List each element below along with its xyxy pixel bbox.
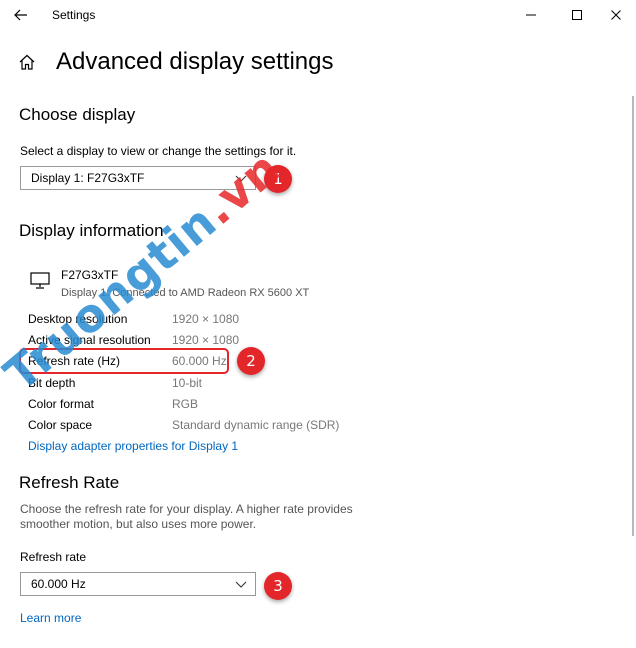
annotation-badge-1: 1 — [264, 165, 292, 193]
info-label-color-format: Color format — [28, 397, 95, 411]
display-select-value: Display 1: F27G3xTF — [31, 171, 145, 185]
close-icon — [611, 10, 621, 20]
refresh-rate-select-value: 60.000 Hz — [31, 577, 86, 591]
monitor-connection: Display 1: Connected to AMD Radeon RX 56… — [61, 287, 310, 299]
maximize-button[interactable] — [565, 4, 589, 26]
choose-display-heading: Choose display — [19, 105, 136, 124]
page-title: Advanced display settings — [56, 48, 334, 75]
refresh-rate-select[interactable]: 60.000 Hz — [20, 572, 256, 596]
info-value-refresh-rate: 60.000 Hz — [172, 354, 227, 368]
app-title: Settings — [52, 8, 96, 22]
display-select[interactable]: Display 1: F27G3xTF — [20, 166, 256, 190]
info-label-color-space: Color space — [28, 418, 93, 432]
info-label-bit-depth: Bit depth — [28, 376, 76, 390]
annotation-badge-3: 3 — [264, 572, 292, 600]
display-adapter-properties-link[interactable]: Display adapter properties for Display 1 — [28, 439, 238, 453]
refresh-rate-heading: Refresh Rate — [19, 473, 120, 492]
refresh-rate-field-label: Refresh rate — [20, 550, 87, 564]
info-value-active-signal-resolution: 1920 × 1080 — [172, 333, 240, 347]
info-label-desktop-resolution: Desktop resolution — [28, 312, 128, 326]
choose-display-description: Select a display to view or change the s… — [20, 144, 297, 158]
annotation-badge-2: 2 — [237, 347, 265, 375]
home-icon — [19, 54, 35, 70]
scrollbar[interactable] — [632, 96, 634, 536]
monitor-name: F27G3xTF — [61, 268, 119, 282]
chevron-down-icon — [235, 581, 247, 588]
home-button[interactable] — [18, 52, 38, 72]
back-button[interactable] — [10, 4, 32, 26]
info-value-color-space: Standard dynamic range (SDR) — [172, 418, 340, 432]
info-value-desktop-resolution: 1920 × 1080 — [172, 312, 240, 326]
display-info-heading: Display information — [19, 221, 164, 240]
monitor-icon — [30, 272, 50, 289]
close-button[interactable] — [604, 4, 628, 26]
info-value-color-format: RGB — [172, 397, 199, 411]
minimize-icon — [526, 14, 536, 16]
page-header: Advanced display settings — [18, 46, 334, 78]
chevron-down-icon — [235, 175, 247, 182]
learn-more-link[interactable]: Learn more — [20, 611, 81, 625]
info-value-bit-depth: 10-bit — [172, 376, 203, 390]
refresh-rate-description-line1: Choose the refresh rate for your display… — [20, 502, 353, 516]
title-bar: Settings — [0, 0, 636, 30]
refresh-rate-description-line2: smoother motion, but also uses more powe… — [20, 517, 257, 531]
info-label-refresh-rate: Refresh rate (Hz) — [28, 354, 121, 368]
maximize-icon — [572, 10, 582, 20]
info-label-active-signal-resolution: Active signal resolution — [28, 333, 151, 347]
minimize-button[interactable] — [519, 4, 543, 26]
back-arrow-icon — [14, 9, 27, 21]
